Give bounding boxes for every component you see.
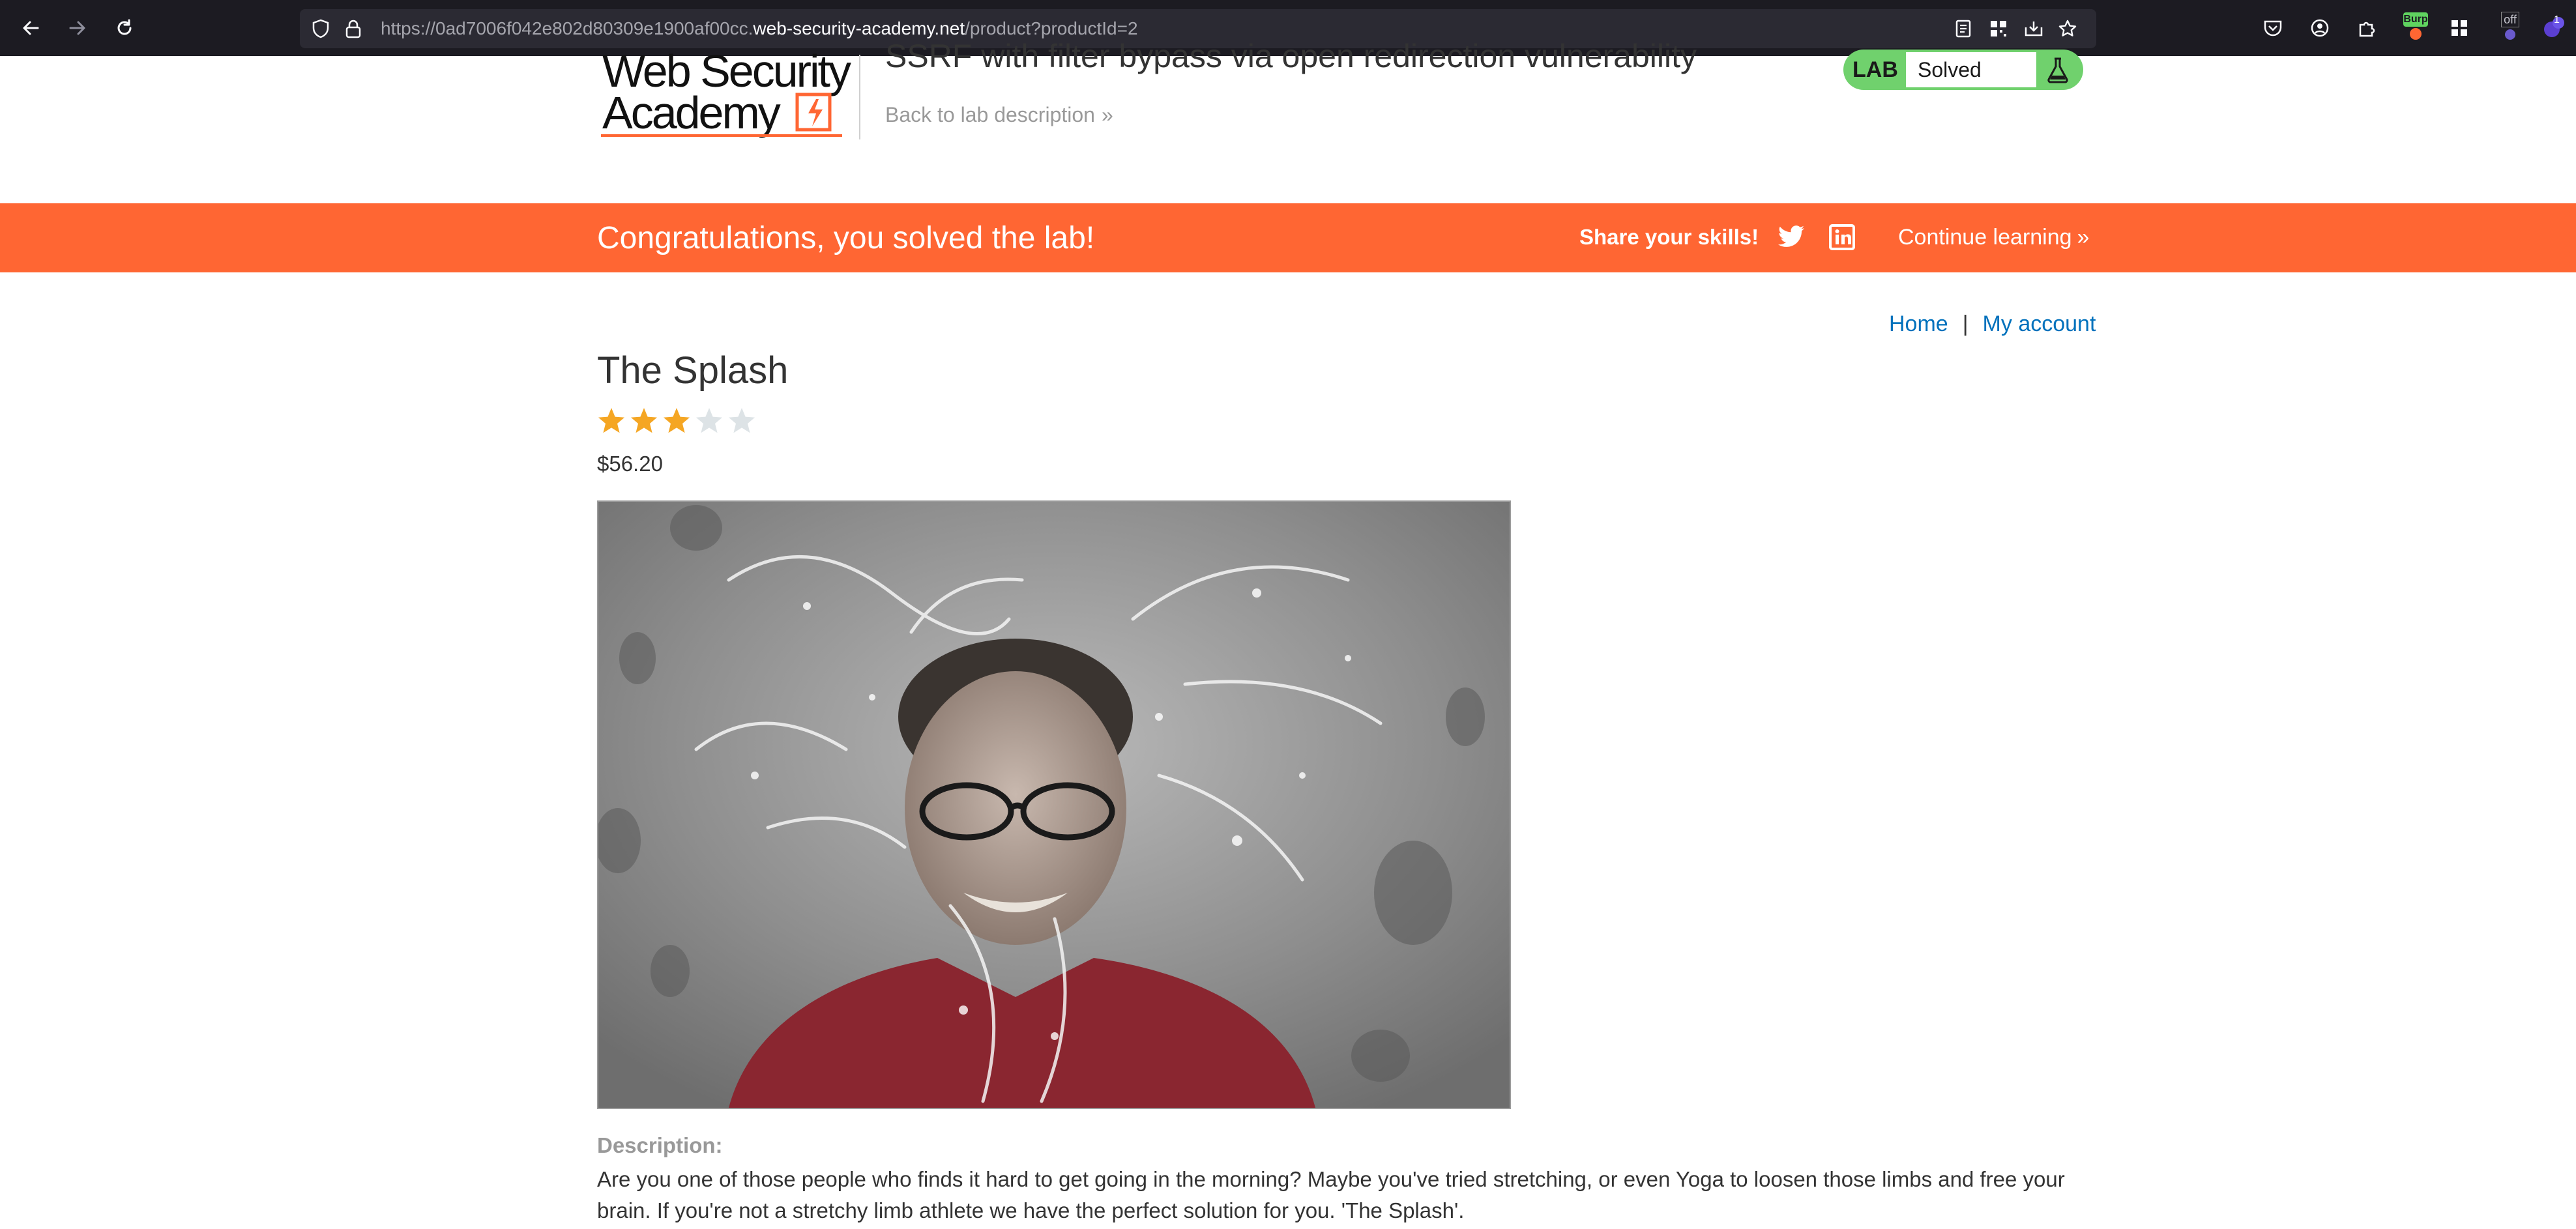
download-icon[interactable] [2023,18,2044,39]
url-host: web-security-academy.net [753,18,965,38]
url-path: /product?productId=2 [965,18,1138,38]
web-security-academy-logo[interactable]: Web Security Academy [597,46,866,142]
apps-grid-icon[interactable] [2448,17,2470,39]
lightning-logo-icon [795,93,834,132]
off-label: off [2501,12,2519,27]
pocket-icon[interactable] [2262,17,2284,39]
logo-underline [601,134,842,137]
solved-banner: Congratulations, you solved the lab! Sha… [0,203,2576,272]
my-account-link[interactable]: My account [1983,311,2096,336]
description-label: Description: [597,1133,723,1157]
header-divider [859,55,860,139]
bookmark-star-icon[interactable] [2057,18,2078,39]
account-icon[interactable] [2309,17,2331,39]
forward-arrow-icon[interactable] [63,13,93,43]
url-prefix: https://0ad7006f042e802d80309e1900af00cc… [381,18,754,38]
twitter-icon[interactable] [1777,224,1806,250]
qr-code-icon[interactable] [1988,18,2009,39]
nav-separator: | [1962,311,1969,336]
product-image [597,500,1511,1109]
back-link-text: Back to lab description [885,103,1095,126]
extension-badge-icon[interactable]: 1 [2538,12,2568,44]
star-rating [597,407,756,435]
top-nav-links: Home | My account [1889,310,2096,338]
back-arrow-icon[interactable] [16,13,46,43]
lab-status-widget: LAB Solved [1843,50,2083,90]
product-price: $56.20 [597,452,663,476]
continue-chevron-icon: » [2077,225,2090,250]
lock-icon[interactable] [343,18,364,39]
description-text: Are you one of those people who finds it… [597,1167,2065,1222]
continue-learning-link[interactable]: Continue learning» [1898,224,2090,250]
burp-label: Burp [2403,12,2428,27]
extensions-puzzle-icon[interactable] [2356,17,2378,39]
star-filled-icon [664,408,690,433]
congrats-message: Congratulations, you solved the lab! [597,221,1095,255]
continue-text: Continue learning [1898,225,2072,250]
lab-tag: LAB [1852,57,1898,82]
back-to-lab-link[interactable]: Back to lab description » [885,102,1113,128]
star-empty-icon [696,408,722,433]
reload-icon[interactable] [110,13,139,43]
star-filled-icon [631,408,657,433]
tracking-shield-icon[interactable] [310,18,331,39]
share-label: Share your skills! [1579,225,1759,249]
star-filled-icon [598,408,624,433]
product-title: The Splash [597,349,789,392]
linkedin-icon[interactable] [1829,224,1855,250]
proxy-off-extension-icon[interactable]: off [2496,9,2524,44]
home-link[interactable]: Home [1889,311,1948,336]
reader-view-icon[interactable] [1953,18,1974,39]
lab-status-value: Solved [1906,52,2036,87]
burp-extension-icon[interactable]: Burp [2401,10,2430,43]
logo-line2: Academy [602,87,781,138]
flask-icon [2043,55,2073,85]
star-empty-icon [729,408,755,433]
lab-title: SSRF with filter bypass via open redirec… [885,38,1697,74]
badge-count: 1 [2554,14,2560,25]
back-chevron-icon: » [1101,103,1113,126]
